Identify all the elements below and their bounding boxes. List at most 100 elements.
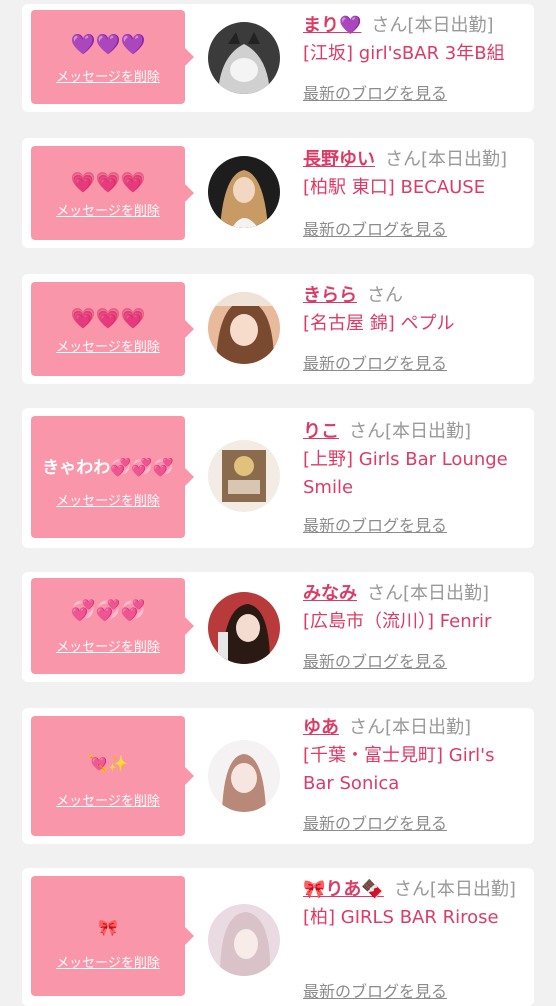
cast-name-link[interactable]: 🎀りあ🍫 [303,879,384,900]
shop-name: [江坂] girl'sBAR 3年B組 [303,43,505,64]
message-text: 💗💗💗 [70,170,146,194]
latest-blog-link[interactable]: 最新のブログを見る [303,84,447,104]
honorific: さん [393,879,430,900]
latest-blog-link[interactable]: 最新のブログを見る [303,814,447,834]
message-list: 💜💜💜 メッセージを削除 まり💜 さん[本日出勤] [江坂] girl'sBAR … [0,0,556,1006]
shop-name: [柏] GIRLS BAR Rirose [303,907,499,928]
cast-name-link[interactable]: りこ [303,421,339,442]
avatar-photo-icon [208,292,280,364]
working-badge: [本日出勤] [403,583,490,604]
message-card: 🎀 メッセージを削除 🎀りあ🍫 さん[本日出勤] [柏] GIRLS BAR Ri… [22,868,534,1006]
avatar-photo-icon [208,592,280,664]
shop-name: [上野] Girls Bar Lounge Smile [303,449,508,498]
avatar-photo-icon [208,740,280,812]
delete-message-link[interactable]: メッセージを削除 [31,640,185,656]
working-badge: [本日出勤] [385,717,472,738]
name-line: みなみ さん[本日出勤] [303,580,529,608]
profile-info: みなみ さん[本日出勤] [広島市（流川）] Fenrir [303,580,529,636]
cast-name[interactable]: りこ [303,421,339,442]
message-text: 💜💜💜 [70,32,146,56]
avatar-photo-icon [208,440,280,512]
message-bubble: 💗💗💗 メッセージを削除 [31,146,194,240]
shop-name: [柏駅 東口] BECAUSE [303,177,486,198]
profile-info: きらら さん [名古屋 錦] ペプル [303,282,529,338]
message-bubble: 💞💞💞 メッセージを削除 [31,578,194,674]
working-badge: [本日出勤] [429,879,516,900]
avatar[interactable] [208,292,280,364]
honorific: さん [371,15,408,36]
profile-info: りこ さん[本日出勤] [上野] Girls Bar Lounge Smile [303,418,529,502]
profile-info: ゆあ さん[本日出勤] [千葉・富士見町] Girl's Bar Sonica [303,714,529,798]
message-text: 💘✨ [88,754,128,773]
message-card: 💘✨ メッセージを削除 ゆあ さん[本日出勤] [千葉・富士見町] Girl's … [22,708,534,844]
profile-info: 長野ゆい さん[本日出勤] [柏駅 東口] BECAUSE [303,146,529,202]
shop-name: [広島市（流川）] Fenrir [303,611,492,632]
avatar-photo-icon [208,904,280,976]
message-text: 💗💗💗 [70,306,146,330]
avatar[interactable] [208,740,280,812]
honorific: さん [385,149,421,170]
cast-name-link[interactable]: ゆあ [303,717,339,738]
message-bubble: きゃわわ💞💞💞 メッセージを削除 [31,416,194,538]
working-badge: [本日出勤] [407,15,494,36]
cast-name[interactable]: 長野ゆい [303,149,375,170]
avatar[interactable] [208,22,280,94]
cast-name[interactable]: りあ [325,879,361,900]
name-line: 長野ゆい さん[本日出勤] [303,146,529,174]
shop-name: [千葉・富士見町] Girl's Bar Sonica [303,745,495,794]
name-emoji: 🍫 [361,879,384,900]
name-emoji: 💜 [339,15,362,36]
delete-message-link[interactable]: メッセージを削除 [31,494,185,510]
cast-name-link[interactable]: みなみ [303,583,357,604]
name-line: ゆあ さん[本日出勤] [303,714,529,742]
message-card: 💞💞💞 メッセージを削除 みなみ さん[本日出勤] [広島市（流川）] Fenri… [22,572,534,682]
shop-name: [名古屋 錦] ペプル [303,313,455,334]
message-text: きゃわわ💞💞💞 [42,458,174,478]
honorific: さん [367,285,403,306]
latest-blog-link[interactable]: 最新のブログを見る [303,652,447,672]
honorific: さん [349,717,385,738]
message-bubble: 🎀 メッセージを削除 [31,876,194,996]
message-card: きゃわわ💞💞💞 メッセージを削除 りこ さん[本日出勤] [上野] Girls B… [22,408,534,548]
profile-info: 🎀りあ🍫 さん[本日出勤] [柏] GIRLS BAR Rirose [303,876,529,932]
avatar-photo-icon [208,156,280,228]
cast-name[interactable]: みなみ [303,583,357,604]
message-card: 💜💜💜 メッセージを削除 まり💜 さん[本日出勤] [江坂] girl'sBAR … [22,4,534,112]
avatar[interactable] [208,592,280,664]
latest-blog-link[interactable]: 最新のブログを見る [303,354,447,374]
avatar[interactable] [208,440,280,512]
message-text: 🎀 [98,918,118,937]
message-bubble: 💜💜💜 メッセージを削除 [31,10,194,104]
delete-message-link[interactable]: メッセージを削除 [31,340,185,356]
working-badge: [本日出勤] [421,149,508,170]
cast-name[interactable]: まり [303,15,339,36]
message-bubble: 💗💗💗 メッセージを削除 [31,282,194,376]
name-line: りこ さん[本日出勤] [303,418,529,446]
cast-name[interactable]: きらら [303,285,357,306]
message-card: 💗💗💗 メッセージを削除 長野ゆい さん[本日出勤] [柏駅 東口] BECAUS… [22,138,534,248]
cast-name-link[interactable]: まり💜 [303,15,361,36]
name-line: きらら さん [303,282,529,310]
cast-name-link[interactable]: 長野ゆい [303,149,375,170]
honorific: さん [367,583,403,604]
delete-message-link[interactable]: メッセージを削除 [31,794,185,810]
avatar[interactable] [208,904,280,976]
message-bubble: 💘✨ メッセージを削除 [31,716,194,836]
delete-message-link[interactable]: メッセージを削除 [31,956,185,972]
cast-name-link[interactable]: きらら [303,285,357,306]
name-line: まり💜 さん[本日出勤] [303,12,529,40]
latest-blog-link[interactable]: 最新のブログを見る [303,516,447,536]
working-badge: [本日出勤] [385,421,472,442]
latest-blog-link[interactable]: 最新のブログを見る [303,982,447,1002]
name-line: 🎀りあ🍫 さん[本日出勤] [303,876,529,904]
cast-name[interactable]: ゆあ [303,717,339,738]
message-card: 💗💗💗 メッセージを削除 きらら さん [名古屋 錦] ペプル 最新のブログを見る [22,274,534,384]
avatar[interactable] [208,156,280,228]
latest-blog-link[interactable]: 最新のブログを見る [303,220,447,240]
honorific: さん [349,421,385,442]
profile-info: まり💜 さん[本日出勤] [江坂] girl'sBAR 3年B組 [303,12,529,68]
delete-message-link[interactable]: メッセージを削除 [31,70,185,86]
name-prefix-emoji: 🎀 [303,879,326,900]
avatar-photo-icon [208,22,280,94]
delete-message-link[interactable]: メッセージを削除 [31,204,185,220]
